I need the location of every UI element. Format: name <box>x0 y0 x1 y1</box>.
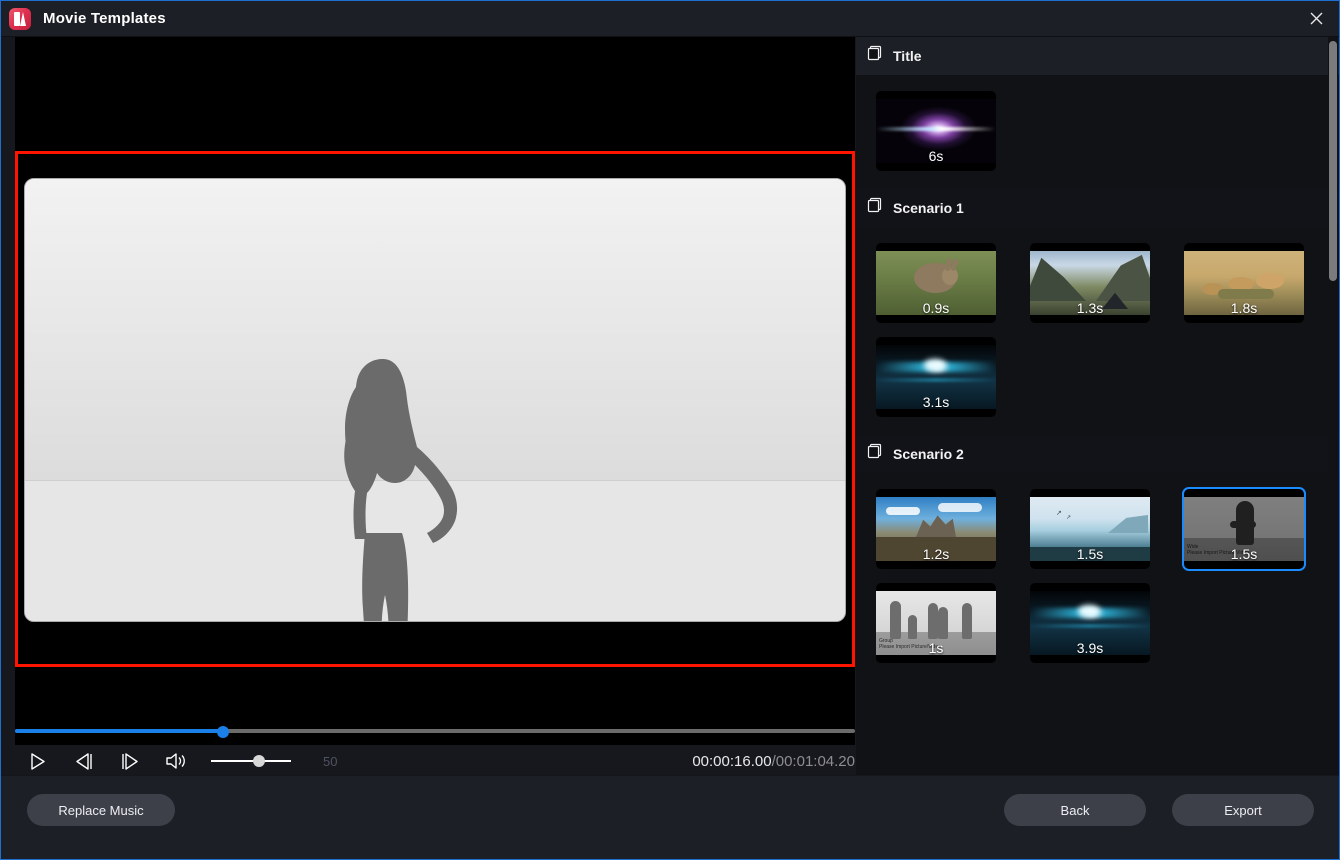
volume-slider[interactable] <box>211 754 291 768</box>
clip-thumbnail[interactable]: ↗ ↗ 1.5s <box>1030 489 1150 569</box>
volume-track <box>211 760 291 762</box>
preview-column: Wide Please Import Picture/Video <box>1 37 856 775</box>
selected-clip-frame[interactable]: Wide Please Import Picture/Video <box>15 151 855 667</box>
clip-thumbnail[interactable]: 3.9s <box>1030 583 1150 663</box>
clip-thumbnail[interactable]: Wide Please Import Picture/Video 1.5s <box>1182 487 1306 571</box>
layers-icon <box>866 443 883 465</box>
clip-duration: 1.8s <box>1230 300 1258 316</box>
clip-thumbnail[interactable]: 6s <box>876 91 996 171</box>
clip-grid: 6s <box>856 75 1339 189</box>
clip-duration: 6s <box>928 148 944 164</box>
close-icon[interactable] <box>1293 1 1339 36</box>
clip-thumbnail[interactable]: Group Please Import Picture/Video 1s <box>876 583 996 663</box>
layers-icon <box>866 45 883 67</box>
clip-duration: 3.9s <box>1076 640 1104 656</box>
group-header-title[interactable]: Title <box>856 37 1339 75</box>
previous-frame-icon[interactable] <box>61 744 107 778</box>
replace-music-button[interactable]: Replace Music <box>27 794 175 826</box>
back-button[interactable]: Back <box>1004 794 1146 826</box>
volume-value: 50 <box>323 753 338 769</box>
clip-thumbnail[interactable]: 1.2s <box>876 489 996 569</box>
person-silhouette-icon <box>309 357 461 621</box>
clip-duration: 1s <box>928 640 944 656</box>
clip-grid: 0.9s 1.3s 1.8s 3.1s <box>856 227 1339 435</box>
clip-thumbnail[interactable]: 3.1s <box>876 337 996 417</box>
clip-grid: 1.2s ↗ ↗ 1.5s Wide Please Import Picture/Vide… <box>856 473 1339 681</box>
clip-duration: 3.1s <box>922 394 950 410</box>
preview-placeholder-text: Wide Please Import Picture/Video <box>85 617 555 622</box>
placeholder-line1: Wide <box>85 617 555 622</box>
next-frame-icon[interactable] <box>107 744 153 778</box>
seek-progress <box>15 729 224 733</box>
group-header-scenario-1[interactable]: Scenario 1 <box>856 189 1339 227</box>
movie-templates-logo-icon <box>9 7 31 30</box>
seek-handle[interactable] <box>217 726 229 738</box>
footer-bar: Replace Music Back Export <box>1 775 1339 859</box>
group-label: Scenario 2 <box>893 446 964 462</box>
layers-icon <box>866 197 883 219</box>
export-button[interactable]: Export <box>1172 794 1314 826</box>
window-title: Movie Templates <box>43 10 166 27</box>
seek-bar[interactable] <box>15 726 855 738</box>
clip-duration: 1.5s <box>1230 546 1258 562</box>
titlebar: Movie Templates <box>1 1 1339 37</box>
timecode: 00:00:16.00/00:01:04.20 <box>692 753 855 770</box>
clip-list-panel[interactable]: Title 6s Scenario 1 0.9s 1.3s 1.8s 3.1s Scenari… <box>856 37 1339 775</box>
group-label: Title <box>893 48 922 64</box>
group-label: Scenario 1 <box>893 200 964 216</box>
total-time: 00:01:04.20 <box>775 752 855 770</box>
transport-controls: 50 00:00:16.00/00:01:04.20 <box>15 743 855 779</box>
current-time: 00:00:16.00 <box>692 752 772 770</box>
scrollbar-thumb[interactable] <box>1329 41 1337 281</box>
clip-duration: 1.5s <box>1076 546 1104 562</box>
group-header-scenario-2[interactable]: Scenario 2 <box>856 435 1339 473</box>
play-icon[interactable] <box>15 744 61 778</box>
volume-icon[interactable] <box>153 744 199 778</box>
preview-media-placeholder[interactable]: Wide Please Import Picture/Video <box>24 178 846 622</box>
movie-templates-window: Movie Templates 50 00:00:16.00/00:01:04.… <box>0 0 1340 860</box>
clip-thumbnail[interactable]: 1.3s <box>1030 243 1150 323</box>
clip-thumbnail[interactable]: 1.8s <box>1184 243 1304 323</box>
clip-list-scrollbar[interactable] <box>1328 37 1338 775</box>
clip-duration: 1.3s <box>1076 300 1104 316</box>
clip-thumbnail[interactable]: 0.9s <box>876 243 996 323</box>
clip-duration: 0.9s <box>922 300 950 316</box>
clip-duration: 1.2s <box>922 546 950 562</box>
volume-handle[interactable] <box>253 755 265 767</box>
